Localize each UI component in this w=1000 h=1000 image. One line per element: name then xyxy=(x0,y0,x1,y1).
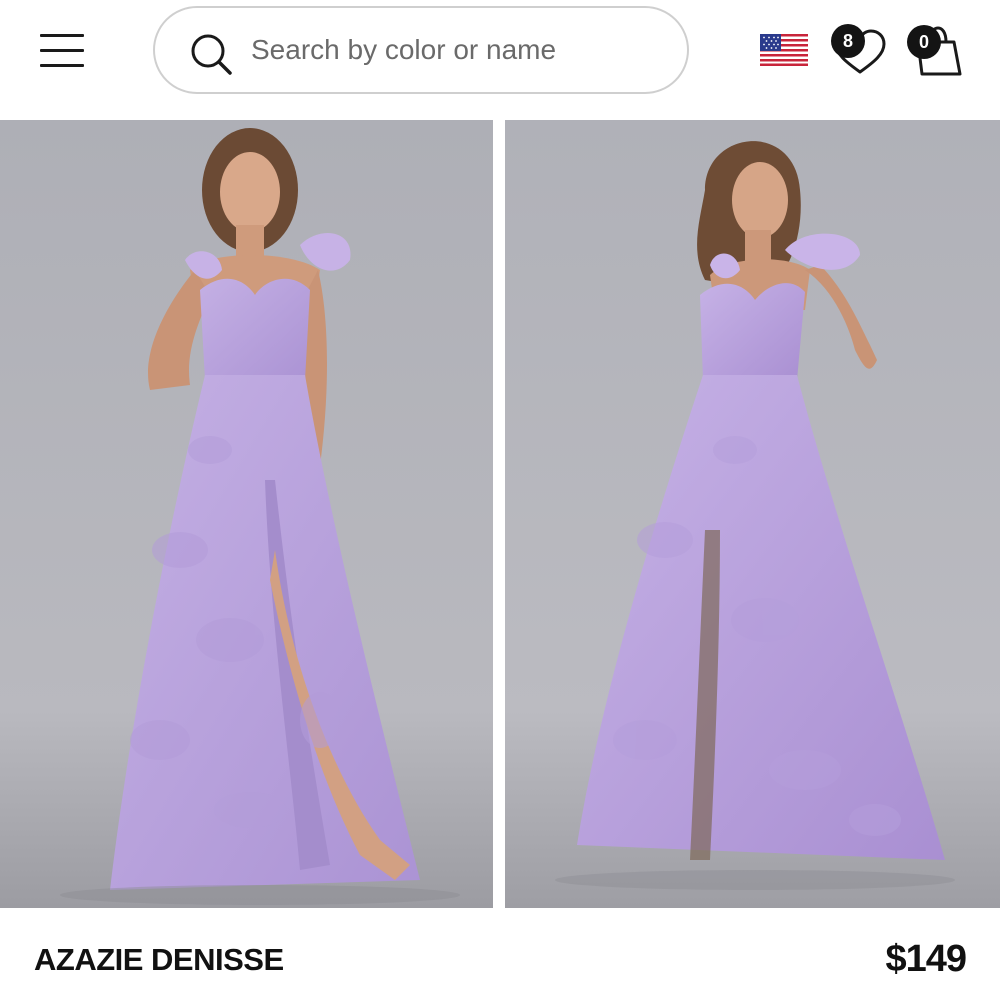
search-bar[interactable] xyxy=(153,6,689,94)
search-input[interactable] xyxy=(251,26,651,74)
product-name[interactable]: AZAZIE DENISSE xyxy=(34,942,284,978)
us-flag-icon[interactable] xyxy=(760,34,808,66)
wishlist-count-badge: 8 xyxy=(831,24,865,58)
product-price: $149 xyxy=(885,938,967,980)
wishlist-button[interactable]: 8 xyxy=(826,22,890,78)
product-photo-side[interactable] xyxy=(505,120,1000,908)
dress-front-image xyxy=(0,120,493,908)
cart-button[interactable]: 0 xyxy=(904,22,968,78)
dress-side-image xyxy=(505,120,1000,908)
product-photo-front[interactable] xyxy=(0,120,493,908)
menu-button[interactable] xyxy=(36,30,86,72)
cart-count-badge: 0 xyxy=(907,25,941,59)
top-bar: 8 0 xyxy=(0,0,1000,118)
search-icon xyxy=(191,34,232,75)
